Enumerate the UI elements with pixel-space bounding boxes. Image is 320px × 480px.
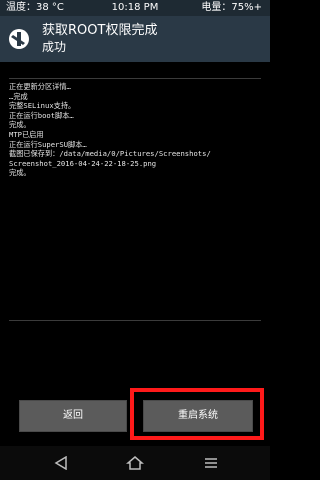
console-line: 截图已保存到：/data/media/0/Pictures/Screenshot… xyxy=(9,149,211,159)
console-line: 完成。 xyxy=(9,168,31,178)
console-line: Screenshot_2016-04-24-22-18-25.png xyxy=(9,158,157,168)
divider-top xyxy=(9,78,261,79)
triangle-back-icon[interactable] xyxy=(52,456,70,470)
twrp-logo-icon xyxy=(9,29,29,49)
console-line: 正在更新分区详情… xyxy=(9,82,71,91)
back-button[interactable]: 返回 xyxy=(19,400,127,432)
console-line: 正在运行SuperSU脚本… xyxy=(9,139,87,149)
console-line: 完成。 xyxy=(9,120,31,130)
page-title: 获取ROOT权限完成 xyxy=(42,23,158,38)
console-line: 正在运行boot脚本… xyxy=(9,110,74,120)
battery-text: 电量：75%+ xyxy=(201,2,262,13)
highlight-box xyxy=(130,388,264,440)
console-log: 正在更新分区详情… …完成 完整SELinux支持。 正在运行boot脚本… 完… xyxy=(9,82,261,312)
console-line: 完整SELinux支持。 xyxy=(9,101,76,111)
navigation-bar xyxy=(0,446,270,480)
header: 获取ROOT权限完成 成功 xyxy=(0,16,270,62)
status-bar: 温度：38 °C 10:18 PM 电量：75%+ xyxy=(0,0,270,16)
home-icon[interactable] xyxy=(126,456,144,470)
console-line: …完成 xyxy=(9,91,28,101)
page-subtitle: 成功 xyxy=(42,40,67,54)
console-line: MTP已启用 xyxy=(9,129,44,139)
menu-icon[interactable] xyxy=(202,456,220,470)
divider-bottom xyxy=(9,320,261,321)
